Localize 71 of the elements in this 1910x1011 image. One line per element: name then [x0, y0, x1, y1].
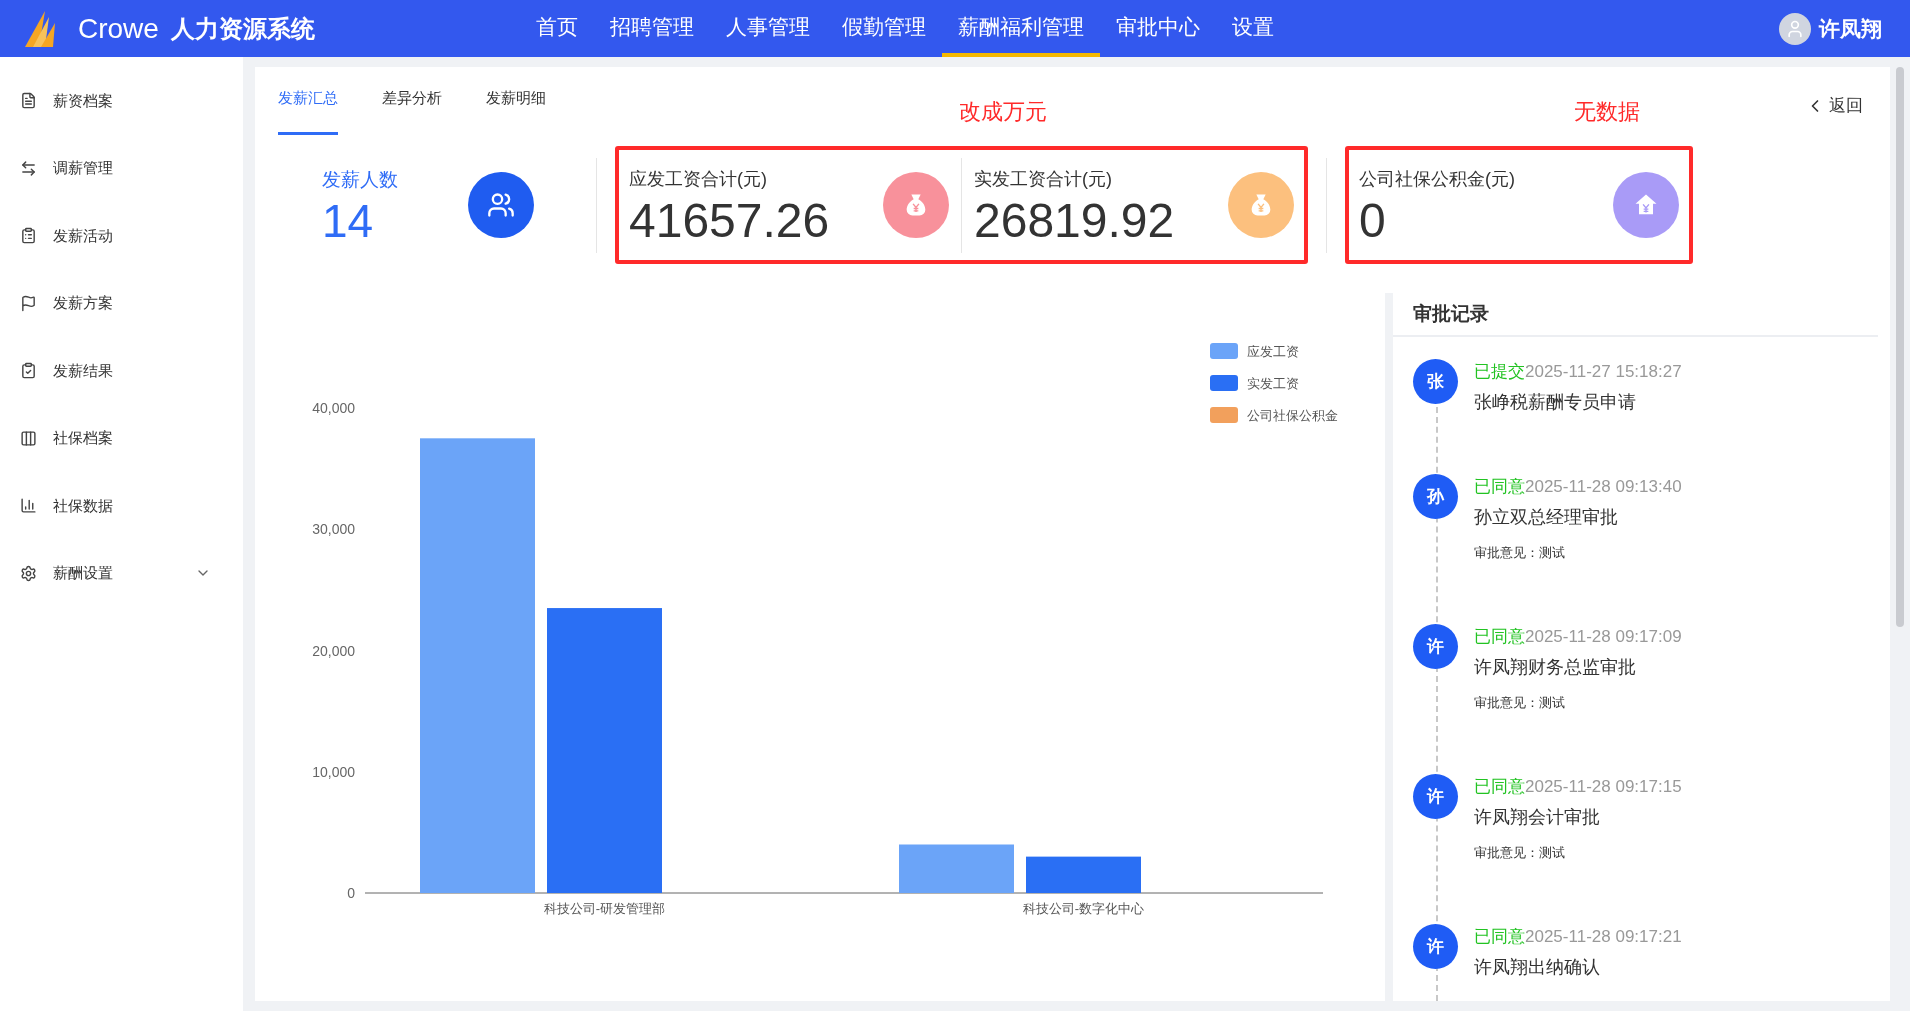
- back-button[interactable]: 返回: [1805, 93, 1863, 119]
- stat-label: 实发工资合计(元): [974, 167, 1113, 191]
- legend-label: 公司社保公积金: [1247, 408, 1338, 423]
- stat-label: 应发工资合计(元): [629, 167, 768, 191]
- legend-label: 应发工资: [1247, 344, 1299, 359]
- axis-label: 20,000: [312, 642, 355, 659]
- user-name[interactable]: 许凤翔: [1819, 12, 1882, 45]
- sidebar-item[interactable]: 发薪活动: [0, 202, 243, 270]
- nav-tab[interactable]: 审批中心: [1100, 0, 1216, 57]
- record-comment: 审批意见：测试: [1474, 843, 1566, 862]
- exchange-icon: [20, 159, 37, 177]
- sidebar-item[interactable]: 薪酬设置: [0, 539, 243, 607]
- axis-label: 10,000: [312, 763, 355, 780]
- panel-title: 审批记录: [1413, 301, 1489, 326]
- tab[interactable]: 发薪明细: [486, 67, 546, 135]
- avatar: 孙: [1413, 474, 1458, 519]
- record-text: 许凤翔会计审批: [1474, 805, 1601, 829]
- nav-tab[interactable]: 假勤管理: [826, 0, 942, 57]
- record-status: 已同意2025-11-28 09:17:15: [1474, 776, 1682, 798]
- nav-tab[interactable]: 招聘管理: [594, 0, 710, 57]
- avatar: 张: [1413, 359, 1458, 404]
- nav-tab[interactable]: 设置: [1216, 0, 1290, 57]
- avatar: 许: [1413, 924, 1458, 969]
- logo-text: Crowe: [78, 11, 159, 46]
- tab[interactable]: 发薪汇总: [278, 67, 338, 135]
- record-status: 已同意2025-11-28 09:13:40: [1474, 476, 1682, 498]
- sidebar-item[interactable]: 发薪方案: [0, 269, 243, 337]
- sidebar-item[interactable]: 社保数据: [0, 472, 243, 540]
- columns-icon: [20, 429, 37, 447]
- nav-tab[interactable]: 人事管理: [710, 0, 826, 57]
- axis-label: 40,000: [312, 400, 355, 416]
- record-text: 孙立双总经理审批: [1474, 505, 1619, 529]
- sidebar-item[interactable]: 调薪管理: [0, 134, 243, 202]
- record-comment: 审批意见：测试: [1474, 693, 1566, 712]
- tab[interactable]: 差异分析: [382, 67, 442, 135]
- sidebar-item[interactable]: 社保档案: [0, 404, 243, 472]
- system-name: 人力资源系统: [170, 13, 315, 44]
- flag-icon: [20, 294, 37, 312]
- record-status: 已同意2025-11-28 09:17:09: [1474, 626, 1682, 648]
- clipboard-icon: [20, 227, 37, 245]
- bar-chart-icon: [20, 497, 37, 515]
- stat-value: 41657.26: [629, 196, 831, 245]
- axis-label: 0: [347, 885, 355, 901]
- avatar: 许: [1413, 774, 1458, 819]
- record-text: 张峥税薪酬专员申请: [1474, 390, 1637, 414]
- record-text: 许凤翔财务总监审批: [1474, 655, 1637, 679]
- stat-value: 0: [1359, 196, 1387, 245]
- settings-icon: [20, 564, 37, 582]
- annotation-note: 无数据: [1574, 98, 1640, 126]
- legend-label: 实发工资: [1247, 376, 1299, 391]
- stat-label: 发薪人数: [321, 167, 399, 192]
- category-label: 科技公司-研发管理部: [543, 901, 666, 916]
- record-comment: 审批意见：测试: [1474, 543, 1566, 562]
- axis-label: 30,000: [312, 521, 355, 538]
- record-status: 已提交2025-11-27 15:18:27: [1474, 361, 1682, 383]
- sidebar-item[interactable]: 薪资档案: [0, 67, 243, 135]
- record-status: 已同意2025-11-28 09:17:21: [1474, 926, 1682, 948]
- document-icon: [20, 92, 37, 110]
- nav-tab[interactable]: 首页: [520, 0, 594, 57]
- avatar: 许: [1413, 624, 1458, 669]
- clipboard-check-icon: [20, 362, 37, 380]
- annotation-note: 改成万元: [959, 98, 1047, 126]
- avatar-icon[interactable]: [1779, 12, 1811, 45]
- nav-tab[interactable]: 薪酬福利管理: [942, 0, 1100, 57]
- category-label: 科技公司-数字化中心: [1022, 901, 1145, 916]
- stat-value: 14: [321, 198, 375, 245]
- sidebar-item[interactable]: 发薪结果: [0, 337, 243, 405]
- stat-value: 26819.92: [974, 196, 1176, 245]
- stat-label: 公司社保公积金(元): [1359, 167, 1516, 191]
- scrollbar[interactable]: [1896, 67, 1904, 627]
- record-text: 许凤翔出纳确认: [1474, 955, 1601, 979]
